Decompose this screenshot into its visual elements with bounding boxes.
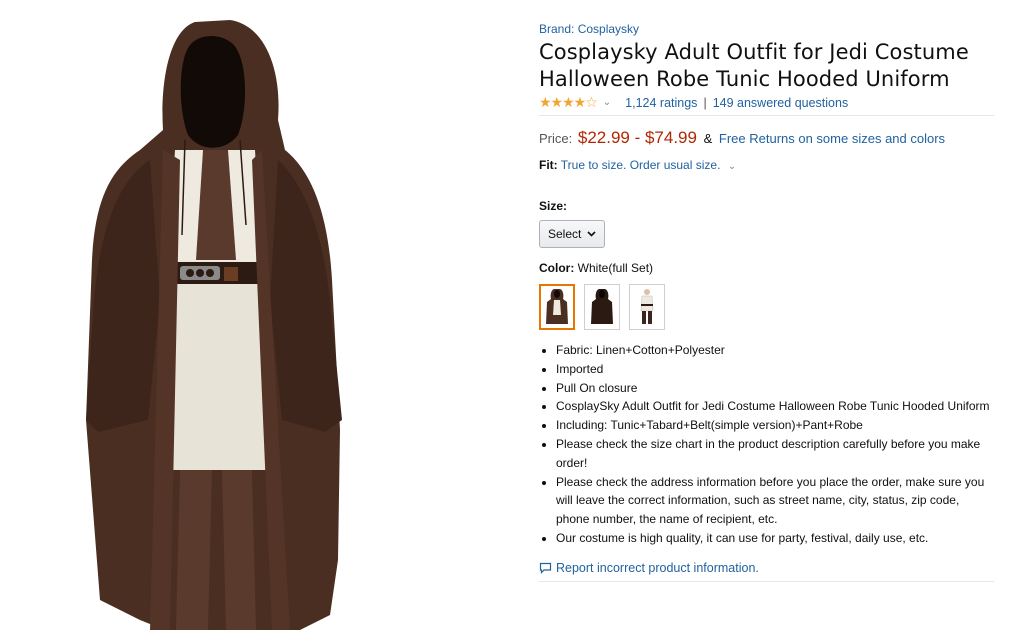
star-rating-icon[interactable]: ★★★★☆ — [539, 94, 598, 111]
separator: | — [703, 95, 707, 110]
color-row: Color: White(full Set) — [539, 261, 994, 275]
bullet-item: Including: Tunic+Tabard+Belt(simple vers… — [556, 416, 994, 435]
ratings-count-link[interactable]: 1,124 ratings — [625, 96, 697, 110]
fit-chevron-icon[interactable]: ⌄ — [728, 161, 736, 172]
price-value: $22.99 - $74.99 — [577, 128, 697, 147]
free-returns-link[interactable]: Free Returns on some sizes and colors — [719, 131, 945, 146]
bullet-item: CosplaySky Adult Outfit for Jedi Costume… — [556, 397, 994, 416]
price-row: Price: $22.99 - $74.99 & Free Returns on… — [539, 128, 994, 148]
speech-bubble-icon — [539, 562, 552, 574]
report-info-link[interactable]: Report incorrect product information. — [539, 561, 994, 582]
product-title: Cosplaysky Adult Outfit for Jedi Costume… — [539, 40, 969, 91]
color-value: White(full Set) — [577, 261, 654, 275]
swatch-white-full-set[interactable] — [629, 284, 665, 330]
bullet-item: Our costume is high quality, it can use … — [556, 529, 994, 548]
color-label: Color: — [539, 261, 575, 275]
chevron-down-icon[interactable]: ⌄ — [603, 97, 611, 108]
size-label: Size: — [539, 199, 568, 213]
price-amp: & — [703, 131, 713, 146]
report-link-label: Report incorrect product information. — [556, 560, 759, 575]
robe-thumbnail-icon — [546, 289, 568, 324]
size-select-label: Select — [548, 227, 582, 241]
product-info: Brand: Cosplaysky Cosplaysky Adult Outfi… — [539, 20, 994, 582]
tunic-thumbnail-icon — [640, 289, 654, 324]
bullet-item: Fabric: Linen+Cotton+Polyester — [556, 341, 994, 360]
swatch-brown-full-set[interactable] — [539, 284, 575, 330]
robe-thumbnail-icon — [591, 289, 613, 324]
answered-questions-link[interactable]: 149 answered questions — [713, 96, 849, 110]
rating-row: ★★★★☆ ⌄ 1,124 ratings | 149 answered que… — [539, 94, 994, 116]
feature-bullets: Fabric: Linen+Cotton+Polyester Imported … — [539, 341, 994, 548]
size-select[interactable]: Select — [539, 220, 606, 248]
bullet-item: Pull On closure — [556, 379, 994, 398]
bullet-item: Please check the size chart in the produ… — [556, 435, 994, 473]
fit-row: Fit: True to size. Order usual size. ⌄ — [539, 158, 994, 172]
swatch-brown-robe[interactable] — [584, 284, 620, 330]
jedi-robe-illustration — [86, 20, 342, 630]
color-swatches — [539, 284, 994, 330]
fit-value-link[interactable]: True to size. Order usual size. — [561, 158, 721, 172]
bullet-item: Imported — [556, 360, 994, 379]
fit-label: Fit: — [539, 158, 558, 172]
chevron-down-icon — [587, 231, 596, 237]
bullet-item: Please check the address information bef… — [556, 473, 994, 529]
price-label: Price: — [539, 131, 573, 146]
brand-link[interactable]: Brand: Cosplaysky — [539, 22, 639, 36]
product-image[interactable] — [0, 0, 520, 633]
